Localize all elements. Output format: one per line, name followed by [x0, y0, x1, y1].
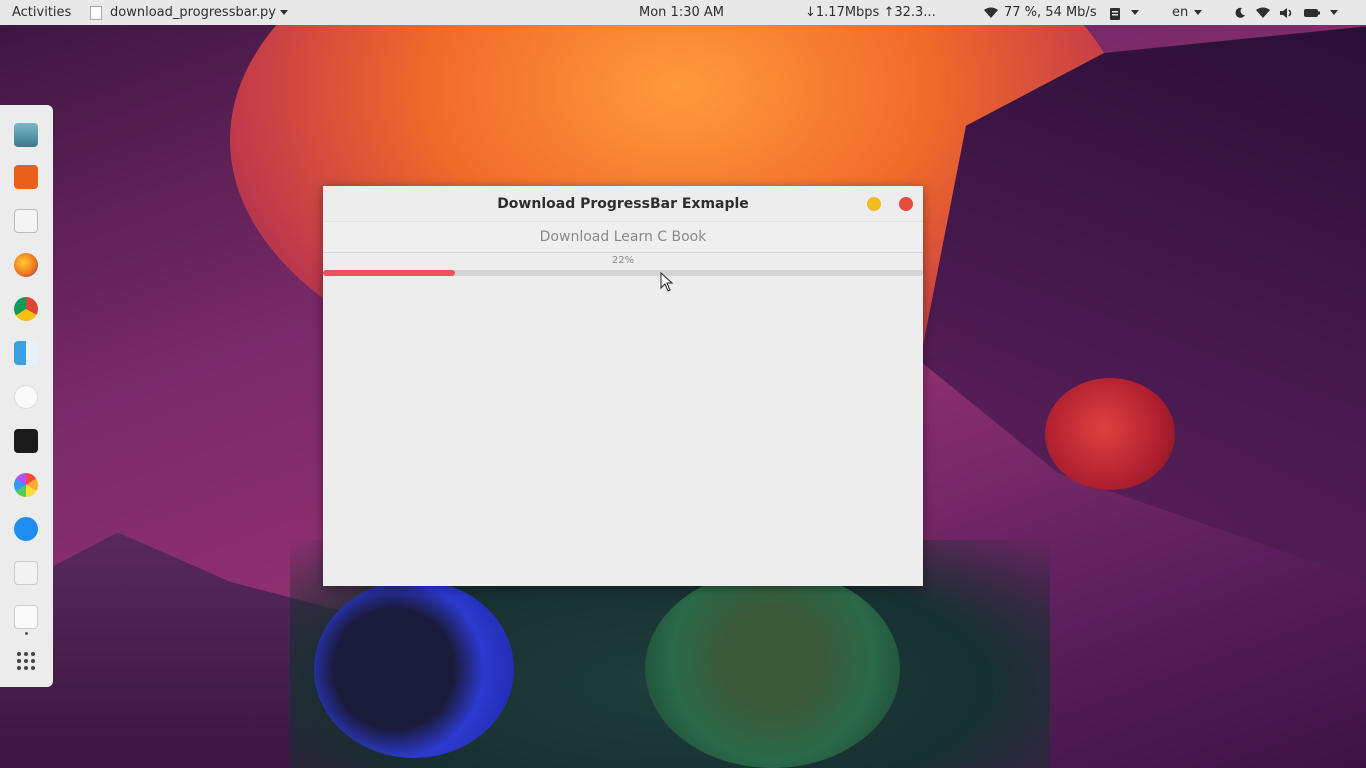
close-button[interactable] [899, 197, 913, 211]
download-button-label: Download Learn C Book [539, 229, 707, 245]
chrome-icon[interactable] [14, 297, 38, 321]
photos-icon[interactable] [14, 473, 38, 497]
music-icon[interactable] [14, 385, 38, 409]
chevron-down-icon [279, 10, 288, 15]
clock[interactable]: Mon 1:30 AM [639, 0, 724, 25]
chevron-down-icon [1131, 10, 1139, 15]
language-menu[interactable]: en [1172, 0, 1203, 25]
running-indicator [25, 632, 28, 635]
wallpaper-red-ornament [1045, 378, 1175, 490]
download-window: Download ProgressBar Exmaple Download Le… [323, 186, 923, 586]
screenshot-icon[interactable] [14, 209, 38, 233]
wifi-indicator[interactable]: 77 %, 54 Mb/s [984, 0, 1097, 25]
wifi-status-label: 77 %, 54 Mb/s [1004, 5, 1097, 20]
wallpaper-blue-ornament [314, 580, 514, 758]
terminal-icon[interactable] [14, 429, 38, 453]
app-name-label: download_progressbar.py [110, 5, 276, 20]
clipboard-menu[interactable] [1109, 0, 1139, 25]
progress-bar [323, 270, 923, 276]
chevron-down-icon [1330, 10, 1338, 15]
progress-percent-label: 22% [611, 255, 635, 266]
clipboard-icon [1110, 7, 1120, 20]
trash-icon[interactable] [14, 123, 38, 147]
file-icon [90, 5, 102, 20]
system-menu[interactable] [1234, 0, 1338, 25]
language-label: en [1172, 5, 1189, 20]
activities-button[interactable]: Activities [12, 0, 71, 25]
minimize-button[interactable] [867, 197, 881, 211]
firefox-icon[interactable] [14, 253, 38, 277]
window-title: Download ProgressBar Exmaple [497, 195, 749, 212]
clock-label: Mon 1:30 AM [639, 5, 724, 20]
window-titlebar[interactable]: Download ProgressBar Exmaple [323, 186, 923, 221]
dock [0, 105, 53, 687]
netspeed-label: ↓1.17Mbps ↑32.3... [805, 5, 936, 20]
top-bar: Activities download_progressbar.py Mon 1… [0, 0, 1366, 25]
volume-icon [1280, 7, 1292, 18]
battery-icon [1304, 8, 1320, 17]
night-light-icon [1235, 7, 1245, 18]
notes-icon[interactable] [14, 561, 38, 585]
blank-app-icon[interactable] [14, 605, 38, 629]
text-editor-icon[interactable] [14, 165, 38, 189]
app-grid-icon[interactable] [14, 649, 38, 673]
app-menu[interactable]: download_progressbar.py [90, 0, 288, 25]
app-store-icon[interactable] [14, 517, 38, 541]
wifi-icon [1256, 7, 1270, 18]
finder-icon[interactable] [14, 341, 38, 365]
netspeed-indicator[interactable]: ↓1.17Mbps ↑32.3... [805, 0, 936, 25]
mouse-cursor-icon [660, 272, 674, 292]
wifi-icon [984, 7, 998, 18]
wallpaper-green-ornament [645, 570, 900, 768]
activities-label: Activities [12, 5, 72, 20]
download-button[interactable]: Download Learn C Book [323, 221, 923, 253]
chevron-down-icon [1194, 10, 1203, 15]
progress-bar-fill [323, 270, 455, 276]
